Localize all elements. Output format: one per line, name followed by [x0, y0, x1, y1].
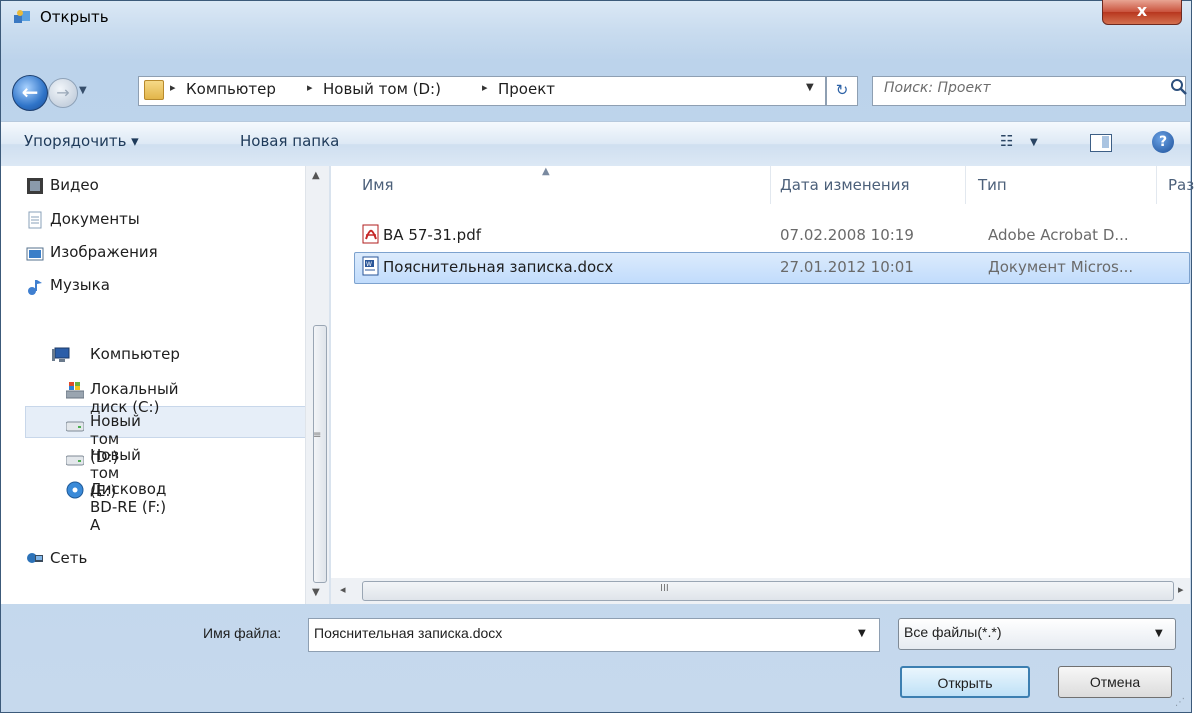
column-header-size[interactable]: Раз	[1168, 176, 1194, 194]
music-icon	[28, 280, 42, 295]
new-folder-button[interactable]: Новая папка	[240, 132, 339, 150]
column-header-name[interactable]: Имя	[362, 176, 394, 194]
scroll-left-icon[interactable]: ◂	[340, 583, 346, 596]
nav-label: Сеть	[50, 549, 88, 567]
file-name: Пояснительная записка.docx	[383, 258, 614, 276]
column-divider[interactable]	[965, 166, 966, 204]
organize-button[interactable]: Упорядочить ▾	[24, 132, 139, 150]
back-button[interactable]: ←	[12, 75, 48, 111]
help-icon[interactable]: ?	[1152, 131, 1174, 153]
breadcrumb-separator-icon[interactable]: ▸	[170, 81, 176, 94]
address-dropdown-icon[interactable]: ▼	[806, 82, 814, 93]
breadcrumb-separator-icon[interactable]: ▸	[307, 81, 313, 94]
file-name: ВА 57-31.pdf	[383, 226, 481, 244]
nav-label: Музыка	[50, 276, 110, 294]
column-header-date[interactable]: Дата изменения	[780, 176, 910, 194]
open-button[interactable]: Открыть	[900, 666, 1030, 698]
breadcrumb-project[interactable]: Проект	[498, 80, 555, 98]
file-type: Adobe Acrobat D...	[988, 226, 1129, 244]
sort-indicator-icon: ▲	[542, 166, 550, 177]
scroll-up-icon[interactable]: ▲	[312, 170, 320, 181]
file-type: Документ Micros...	[988, 258, 1134, 276]
column-divider[interactable]	[1156, 166, 1157, 204]
views-dropdown-icon[interactable]: ▼	[1030, 137, 1038, 148]
app-icon	[14, 10, 30, 23]
filename-value: Пояснительная записка.docx	[314, 625, 503, 641]
column-header-type[interactable]: Тип	[978, 176, 1007, 194]
scroll-grip-icon: III	[660, 583, 669, 594]
scroll-grip-icon: ≡	[313, 430, 322, 441]
close-button[interactable]: x	[1102, 0, 1182, 25]
breadcrumb-separator-icon[interactable]: ▸	[482, 81, 488, 94]
computer-icon	[52, 347, 70, 362]
column-divider[interactable]	[770, 166, 771, 204]
filetype-value: Все файлы(*.*)	[904, 624, 1002, 640]
windows-drive-icon	[66, 382, 84, 399]
drive-icon	[66, 421, 84, 432]
video-icon	[27, 178, 43, 194]
nav-label: Изображения	[50, 243, 158, 261]
nav-label: Видео	[50, 176, 99, 194]
breadcrumb-computer[interactable]: Компьютер	[186, 80, 276, 98]
drive-icon	[66, 455, 84, 466]
breadcrumb-drive-d[interactable]: Новый том (D:)	[323, 80, 441, 98]
filetype-dropdown-icon[interactable]: ▼	[1155, 628, 1163, 639]
cancel-button[interactable]: Отмена	[1058, 666, 1172, 698]
nav-label: Документы	[50, 210, 140, 228]
pictures-icon	[26, 247, 44, 261]
forward-button[interactable]: →	[48, 78, 78, 108]
svg-text:W: W	[366, 261, 372, 268]
nav-label: Дисковод BD-RE (F:) A	[90, 480, 167, 534]
filename-dropdown-icon[interactable]: ▼	[858, 628, 866, 639]
title-bar[interactable]	[0, 0, 1190, 34]
file-date: 27.01.2012 10:01	[780, 258, 914, 276]
views-icon[interactable]: ☷	[1000, 132, 1013, 150]
file-date: 07.02.2008 10:19	[780, 226, 914, 244]
nav-label: Локальный диск (C:)	[90, 380, 179, 416]
scroll-right-icon[interactable]: ▸	[1178, 583, 1184, 596]
filename-label: Имя файла:	[203, 625, 282, 641]
preview-pane-icon-inner	[1102, 136, 1109, 148]
history-dropdown-icon[interactable]: ▼	[79, 85, 87, 96]
word-file-icon: W	[362, 256, 379, 276]
documents-icon	[28, 211, 42, 229]
search-icon[interactable]	[1170, 78, 1188, 96]
scroll-down-icon[interactable]: ▼	[312, 587, 320, 598]
nav-label: Компьютер	[90, 345, 180, 363]
pdf-file-icon	[362, 224, 379, 244]
network-icon	[27, 553, 43, 563]
folder-icon	[144, 80, 164, 100]
refresh-button[interactable]: ↻	[826, 76, 858, 106]
window-title: Открыть	[40, 8, 109, 26]
nav-scroll-thumb[interactable]	[313, 325, 327, 583]
disc-drive-icon	[66, 481, 84, 499]
horizontal-scroll-thumb[interactable]	[362, 581, 1174, 601]
resize-grip-icon[interactable]: ⋰	[1175, 697, 1185, 708]
search-placeholder: Поиск: Проект	[884, 80, 991, 96]
